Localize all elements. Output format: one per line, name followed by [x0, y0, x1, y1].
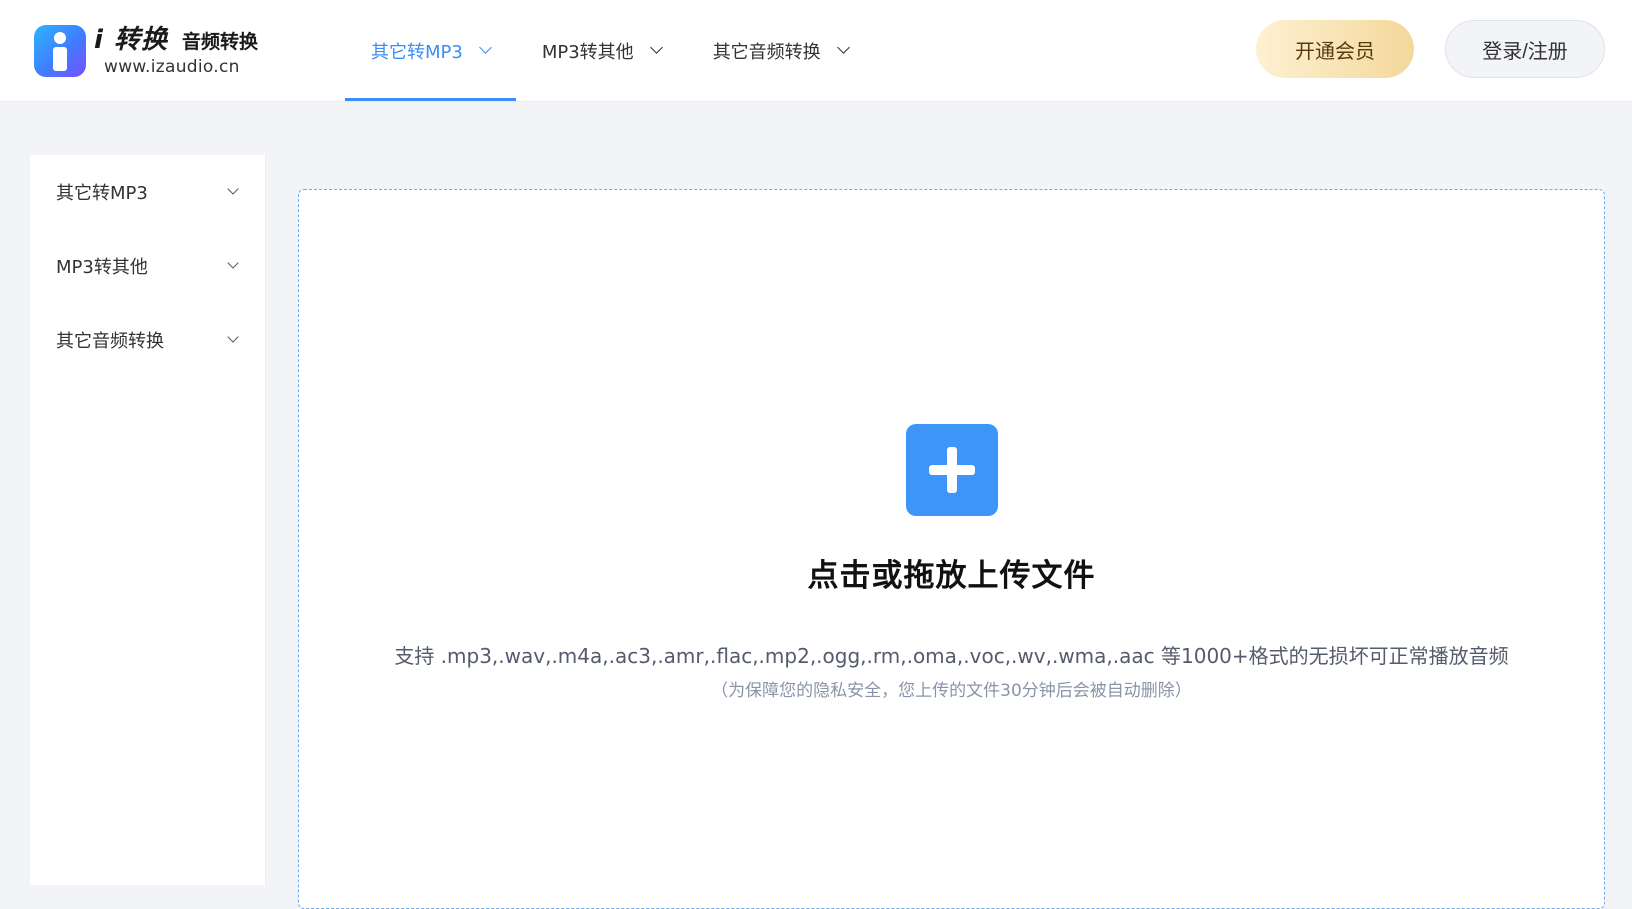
- nav-label: 其它转MP3: [371, 41, 463, 63]
- nav-mp3-to-other[interactable]: MP3转其他: [516, 0, 687, 101]
- sidebar-item-other-to-mp3[interactable]: 其它转MP3: [30, 155, 265, 229]
- nav-label: MP3转其他: [541, 41, 634, 63]
- site-logo[interactable]: i 转换 音频转换 www.izaudio.cn: [34, 23, 304, 79]
- sidebar-item-other-audio-convert[interactable]: 其它音频转换: [30, 303, 265, 377]
- nav-label: 其它音频转换: [712, 41, 821, 63]
- logo-brand: i 转换: [94, 24, 168, 55]
- nav-other-audio-convert[interactable]: 其它音频转换: [687, 0, 874, 101]
- logo-subtitle: 音频转换: [181, 30, 258, 53]
- chevron-down-icon: [227, 183, 239, 195]
- izaudio-logo-icon: [34, 25, 86, 77]
- chevron-down-icon: [227, 257, 239, 269]
- chevron-down-icon: [836, 41, 850, 54]
- upload-plus-button[interactable]: [906, 424, 998, 516]
- nav-other-to-mp3[interactable]: 其它转MP3: [345, 0, 516, 101]
- login-register-button[interactable]: 登录/注册: [1445, 20, 1605, 78]
- top-header: i 转换 音频转换 www.izaudio.cn 其它转MP3 MP3转其他 其…: [0, 0, 1632, 102]
- privacy-note: （为保障您的隐私安全，您上传的文件30分钟后会被自动删除）: [711, 681, 1192, 701]
- sidebar-item-label: 其它转MP3: [56, 183, 148, 204]
- sidebar-item-label: 其它音频转换: [56, 331, 164, 352]
- logo-url: www.izaudio.cn: [104, 56, 240, 77]
- top-nav: 其它转MP3 MP3转其他 其它音频转换: [345, 0, 874, 101]
- logo-text: i 转换 音频转换 www.izaudio.cn: [94, 27, 258, 76]
- supported-formats-text: 支持 .mp3,.wav,.m4a,.ac3,.amr,.flac,.mp2,.…: [394, 644, 1509, 668]
- vip-button[interactable]: 开通会员: [1256, 20, 1414, 78]
- upload-dropzone[interactable]: 点击或拖放上传文件 支持 .mp3,.wav,.m4a,.ac3,.amr,.f…: [298, 189, 1605, 909]
- chevron-down-icon: [227, 331, 239, 343]
- sidebar-item-mp3-to-other[interactable]: MP3转其他: [30, 229, 265, 303]
- sidebar-item-label: MP3转其他: [56, 257, 148, 278]
- sidebar: 其它转MP3 MP3转其他 其它音频转换: [30, 155, 266, 885]
- chevron-down-icon: [478, 41, 492, 54]
- upload-title: 点击或拖放上传文件: [807, 558, 1096, 594]
- chevron-down-icon: [649, 41, 663, 54]
